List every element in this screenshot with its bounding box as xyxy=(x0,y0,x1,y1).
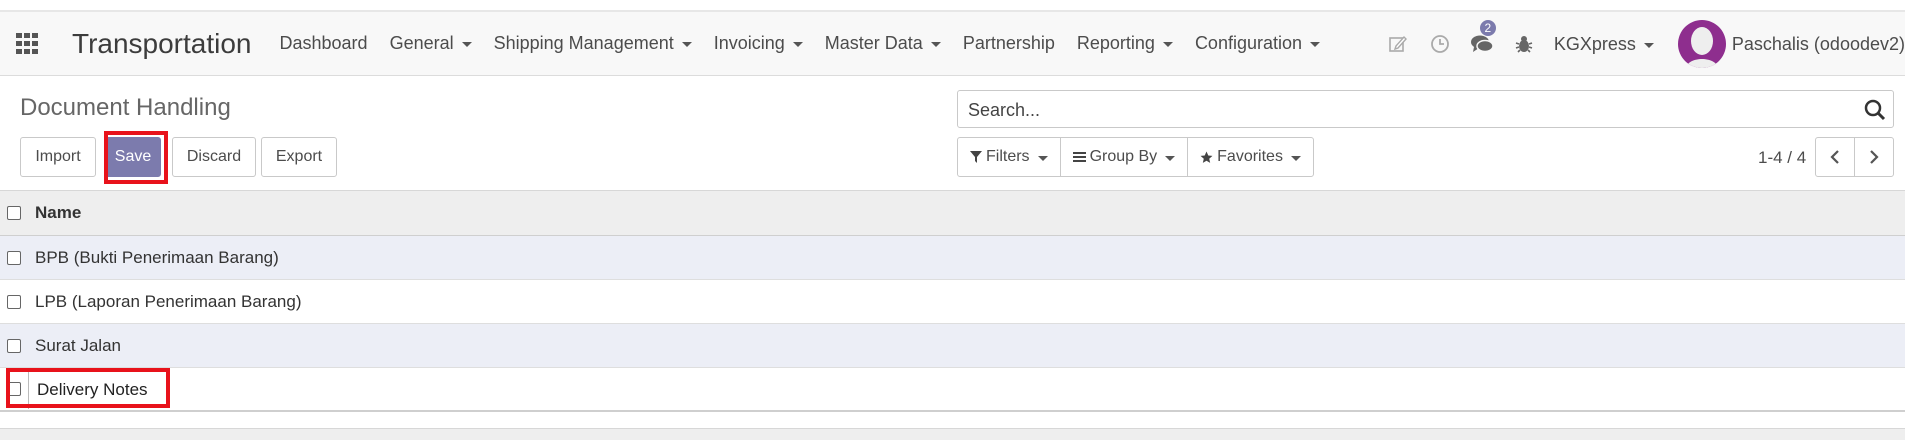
menu-general[interactable]: General xyxy=(390,33,472,54)
pager-value[interactable]: 1-4 / 4 xyxy=(1758,148,1806,168)
app-brand[interactable]: Transportation xyxy=(72,28,252,60)
chat-icon[interactable]: 2 xyxy=(1470,20,1496,56)
menu-shipping-management-label: Shipping Management xyxy=(493,33,674,53)
column-header-name[interactable]: Name xyxy=(35,203,81,223)
chevron-left-icon xyxy=(1830,150,1839,164)
table-row[interactable]: LPB (Laporan Penerimaan Barang) xyxy=(0,280,1905,324)
save-button[interactable]: Save xyxy=(105,137,161,177)
pager-next-button[interactable] xyxy=(1854,137,1894,177)
star-icon xyxy=(1200,151,1213,163)
list-table: Name BPB (Bukti Penerimaan Barang) LPB (… xyxy=(0,190,1905,412)
table-footer xyxy=(0,428,1905,440)
clock-icon[interactable] xyxy=(1428,32,1452,56)
menu-shipping-management[interactable]: Shipping Management xyxy=(494,33,692,54)
table-header: Name xyxy=(0,190,1905,236)
bug-icon[interactable] xyxy=(1512,32,1536,56)
menu-dashboard[interactable]: Dashboard xyxy=(280,33,368,54)
caret-down-icon xyxy=(1165,155,1176,161)
search-icon[interactable] xyxy=(1863,98,1887,122)
chevron-right-icon xyxy=(1870,150,1879,164)
menu-reporting[interactable]: Reporting xyxy=(1077,33,1173,54)
caret-down-icon xyxy=(1162,42,1173,47)
row-checkbox[interactable] xyxy=(7,250,21,265)
menu-dashboard-label: Dashboard xyxy=(279,33,368,53)
filters-label: Filters xyxy=(986,148,1030,165)
row-name-cell[interactable]: BPB (Bukti Penerimaan Barang) xyxy=(35,248,279,268)
navbar-systray: 2 KGXpress Paschalis (odoodev2) xyxy=(1386,12,1905,76)
table-row[interactable]: Surat Jalan xyxy=(0,324,1905,368)
menu-reporting-label: Reporting xyxy=(1076,33,1155,53)
search-options: Filters Group By Favorites xyxy=(957,137,1314,177)
menu-configuration-label: Configuration xyxy=(1194,33,1303,53)
row-name-cell[interactable]: LPB (Laporan Penerimaan Barang) xyxy=(35,292,302,312)
menu-partnership[interactable]: Partnership xyxy=(963,33,1055,54)
menu-master-data-label: Master Data xyxy=(824,33,923,53)
search-input[interactable] xyxy=(966,99,1850,122)
caret-down-icon xyxy=(461,42,472,47)
edit-icon[interactable] xyxy=(1386,32,1410,56)
pager-previous-button[interactable] xyxy=(1815,137,1855,177)
caret-down-icon xyxy=(1310,42,1321,47)
row-name-cell[interactable]: Surat Jalan xyxy=(35,336,121,356)
filters-dropdown[interactable]: Filters xyxy=(957,137,1061,177)
favorites-dropdown[interactable]: Favorites xyxy=(1187,137,1314,177)
page-title: Document Handling xyxy=(20,94,231,121)
apps-grid-icon[interactable] xyxy=(16,32,42,55)
row-checkbox[interactable] xyxy=(7,294,21,309)
menu-configuration[interactable]: Configuration xyxy=(1194,33,1321,54)
company-name: KGXpress xyxy=(1553,33,1636,54)
name-edit-input[interactable] xyxy=(28,371,1905,409)
caret-down-icon xyxy=(930,42,941,47)
menu-invoicing-label: Invoicing xyxy=(713,33,785,53)
user-avatar[interactable] xyxy=(1677,20,1726,68)
favorites-label: Favorites xyxy=(1217,148,1283,165)
group-by-dropdown[interactable]: Group By xyxy=(1059,137,1189,177)
row-checkbox[interactable] xyxy=(7,338,21,353)
group-by-label: Group By xyxy=(1089,148,1158,165)
caret-down-icon xyxy=(1290,155,1301,161)
import-button[interactable]: Import xyxy=(20,137,96,177)
caret-down-icon xyxy=(1643,42,1654,48)
filter-icon xyxy=(970,151,982,163)
editing-table-row[interactable] xyxy=(0,368,1905,412)
user-menu[interactable]: Paschalis (odoodev2) xyxy=(1732,34,1905,55)
select-all-checkbox[interactable] xyxy=(7,206,21,220)
search-box xyxy=(957,90,1894,128)
row-checkbox[interactable] xyxy=(7,382,21,396)
top-navbar: Transportation Dashboard General Shippin… xyxy=(0,12,1905,76)
list-icon xyxy=(1072,152,1086,162)
table-row[interactable]: BPB (Bukti Penerimaan Barang) xyxy=(0,236,1905,280)
menu-master-data[interactable]: Master Data xyxy=(825,33,941,54)
message-count-badge: 2 xyxy=(1479,20,1496,36)
menu-general-label: General xyxy=(389,33,454,53)
caret-down-icon xyxy=(681,42,692,47)
company-switcher[interactable]: KGXpress xyxy=(1554,34,1654,55)
export-button[interactable]: Export xyxy=(261,137,337,177)
menu-invoicing[interactable]: Invoicing xyxy=(714,33,803,54)
caret-down-icon xyxy=(792,42,803,47)
menu-partnership-label: Partnership xyxy=(962,33,1055,53)
discard-button[interactable]: Discard xyxy=(172,137,256,177)
caret-down-icon xyxy=(1037,155,1048,161)
window-top-edge xyxy=(0,0,1905,12)
